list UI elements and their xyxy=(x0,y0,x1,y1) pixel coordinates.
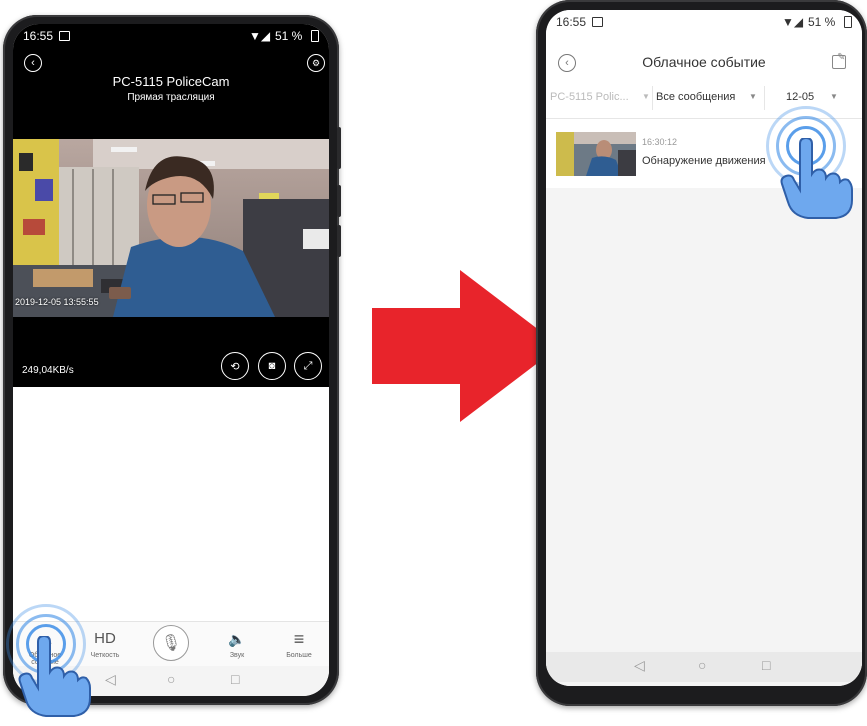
pointing-hand-icon xyxy=(18,636,91,717)
live-subtitle: Прямая трасляция xyxy=(127,92,215,103)
nav-home-button[interactable]: ○ xyxy=(698,657,706,673)
event-thumbnail xyxy=(556,132,636,176)
nav-home-button[interactable]: ○ xyxy=(167,671,175,687)
nav-recent-button[interactable]: □ xyxy=(231,671,239,687)
microphone-icon: 🎙 xyxy=(160,635,182,652)
chevron-left-icon: ‹ xyxy=(31,56,35,69)
volume-down-button xyxy=(337,225,341,257)
message-filter-label: Все сообщения xyxy=(656,91,736,103)
date-filter[interactable]: 12-05 xyxy=(786,91,814,103)
playback-button[interactable]: ⟲ xyxy=(221,352,249,380)
battery-icon xyxy=(844,16,852,28)
signal-icon: ▼◢ xyxy=(249,29,271,43)
battery-icon xyxy=(311,30,319,42)
left-screen: 16:55 ▼◢ 51 % ‹ PC-5115 PoliceCam Прямая… xyxy=(13,24,329,696)
battery-percent: 51 % xyxy=(808,15,836,29)
divider xyxy=(764,86,765,110)
video-controls: 249,04KB/s ⟲ ◙ ⤢ xyxy=(13,317,329,387)
status-bar: 16:55 ▼◢ 51 % xyxy=(13,24,329,48)
event-title: Обнаружение движения xyxy=(642,155,766,167)
live-header: 16:55 ▼◢ 51 % ‹ PC-5115 PoliceCam Прямая… xyxy=(13,24,329,139)
messages-dropdown-icon: ▼ xyxy=(749,92,757,101)
android-nav-bar: ◁ ○ □ xyxy=(546,652,862,682)
left-phone-frame: 16:55 ▼◢ 51 % ‹ PC-5115 PoliceCam Прямая… xyxy=(3,15,341,705)
page-title: Облачное событие xyxy=(642,54,766,70)
power-button xyxy=(337,127,341,169)
device-filter-label: PC-5115 Polic... xyxy=(550,91,629,103)
image-notification-icon xyxy=(592,17,603,27)
gear-icon: ⚙ xyxy=(311,57,321,68)
back-button[interactable]: ‹ xyxy=(24,54,42,72)
nav-back-button[interactable]: ◁ xyxy=(105,671,116,688)
edit-icon: ✎ xyxy=(837,52,846,63)
fullscreen-button[interactable]: ⤢ xyxy=(294,352,322,380)
edit-button[interactable]: ✎ xyxy=(832,52,846,69)
video-frame-image xyxy=(13,139,329,317)
page-header: ‹ Облачное событие ✎ xyxy=(546,34,862,78)
volume-up-button xyxy=(337,185,341,217)
signal-icon: ▼◢ xyxy=(782,15,804,29)
camera-icon: ◙ xyxy=(268,360,276,372)
date-dropdown-icon: ▼ xyxy=(830,92,838,101)
nav-back-button[interactable]: ◁ xyxy=(634,657,645,674)
microphone-button[interactable]: 🎙 xyxy=(153,625,189,661)
status-time: 16:55 xyxy=(23,29,54,43)
status-bar: 16:55 ▼◢ 51 % xyxy=(546,10,862,34)
date-filter-label: 12-05 xyxy=(786,91,815,103)
fullscreen-icon: ⤢ xyxy=(303,359,313,372)
live-video[interactable]: 2019-12-05 13:55:55 xyxy=(13,139,329,317)
camera-title: PC-5115 PoliceCam xyxy=(112,74,230,89)
settings-button[interactable]: ⚙ xyxy=(307,54,325,72)
sound-button[interactable]: 🔈 Звук xyxy=(207,628,267,659)
device-filter[interactable]: PC-5115 Polic... xyxy=(550,91,650,103)
device-dropdown-icon: ▼ xyxy=(642,92,650,101)
more-label: Больше xyxy=(286,652,312,659)
snapshot-button[interactable]: ◙ xyxy=(258,352,286,380)
status-time: 16:55 xyxy=(556,15,587,29)
more-button[interactable]: ≡ Больше xyxy=(269,628,329,659)
event-time: 16:30:12 xyxy=(642,137,678,147)
speaker-icon: 🔈 xyxy=(228,631,246,647)
playback-icon: ⟲ xyxy=(230,360,240,373)
menu-icon: ≡ xyxy=(293,629,305,649)
sound-label: Звук xyxy=(229,652,245,659)
pointing-hand-icon xyxy=(780,138,853,219)
message-filter[interactable]: Все сообщения xyxy=(656,91,735,103)
event-list-empty-area xyxy=(546,188,862,686)
image-notification-icon xyxy=(59,31,70,41)
nav-recent-button[interactable]: □ xyxy=(762,657,770,673)
video-timestamp: 2019-12-05 13:55:55 xyxy=(15,297,99,307)
divider xyxy=(652,86,653,110)
bitrate-readout: 249,04KB/s xyxy=(22,365,74,376)
battery-percent: 51 % xyxy=(275,29,303,43)
right-phone-frame: 16:55 ▼◢ 51 % ‹ Облачное событие ✎ PC-51… xyxy=(536,0,867,706)
